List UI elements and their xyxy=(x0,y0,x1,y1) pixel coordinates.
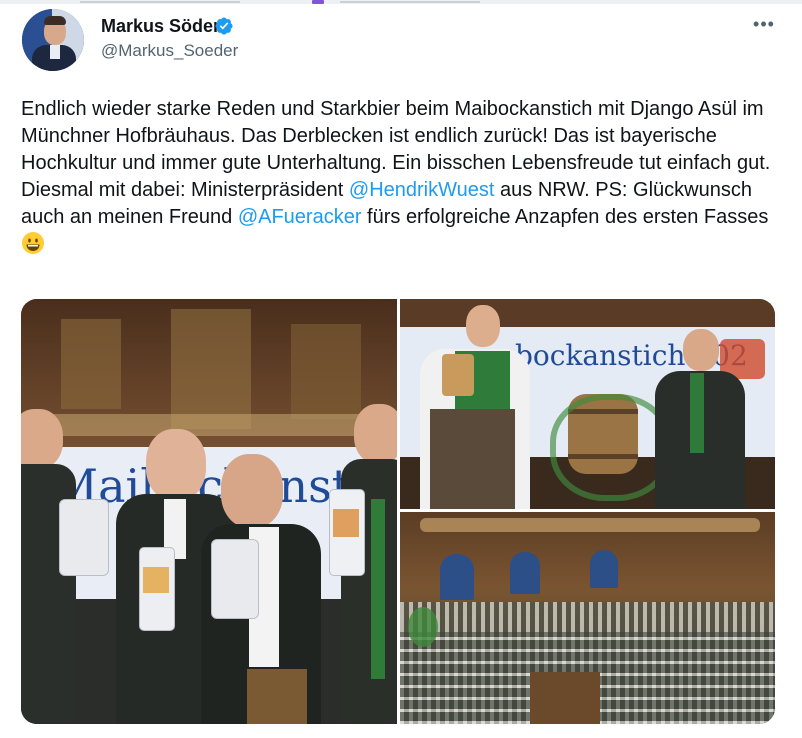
more-horizontal-icon: ••• xyxy=(753,13,775,34)
tweet-text-part-3: fürs erfolgreiche Anzapfen des ersten Fa… xyxy=(361,206,769,228)
mention-afueracker-link[interactable]: @AFueracker xyxy=(238,206,362,228)
avatar[interactable] xyxy=(22,9,84,71)
photo-beer-toast[interactable]: Maibockanstich xyxy=(21,299,397,724)
previous-post-emoji-fragment xyxy=(312,0,324,4)
grinning-face-icon xyxy=(22,232,44,254)
author-handle[interactable]: @Markus_Soeder xyxy=(101,41,238,61)
top-edge-strip xyxy=(0,0,802,4)
more-options-button[interactable]: ••• xyxy=(752,12,776,36)
tweet-text: Endlich wieder starke Reden und Starkbie… xyxy=(21,96,781,258)
previous-post-fragment-2 xyxy=(340,1,480,3)
mention-hendrikwuest-link[interactable]: @HendrikWuest xyxy=(349,179,495,201)
author-display-name[interactable]: Markus Söder xyxy=(101,15,220,37)
photo-hall-overview[interactable] xyxy=(400,512,775,724)
media-grid: Maibockanstich bockanstich 202 xyxy=(21,299,775,724)
verified-badge-icon xyxy=(215,17,233,35)
photo-barrel-tapping[interactable]: bockanstich 202 xyxy=(400,299,775,509)
previous-post-fragment xyxy=(80,1,240,3)
